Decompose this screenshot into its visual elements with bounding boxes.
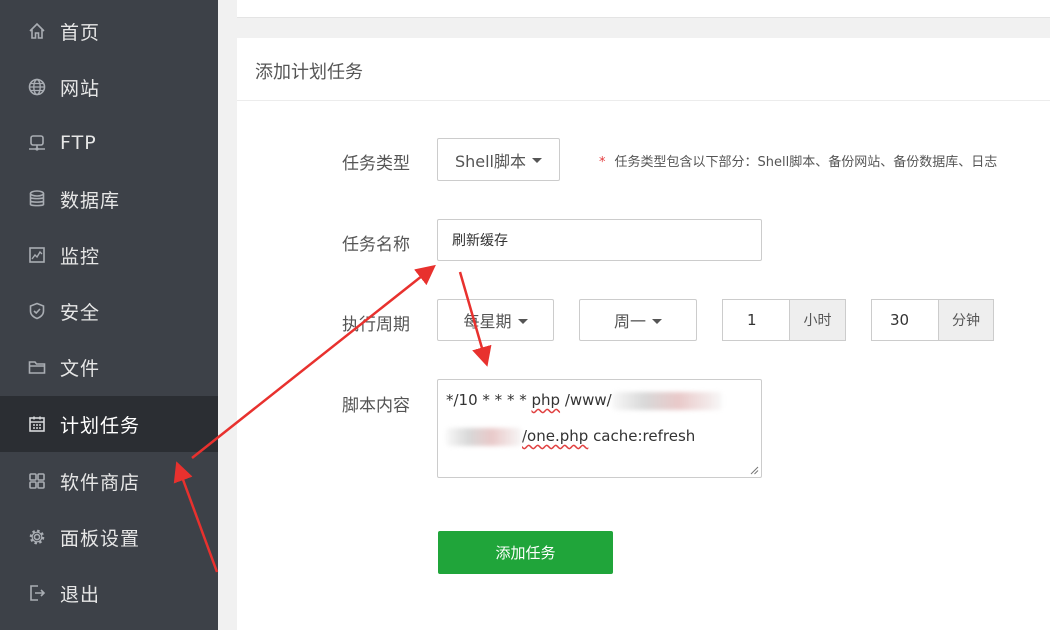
sidebar-item-logout[interactable]: 退出 bbox=[0, 565, 218, 621]
minute-unit: 分钟 bbox=[939, 299, 994, 341]
sidebar-item-database[interactable]: 数据库 bbox=[0, 171, 218, 227]
task-type-select[interactable]: Shell脚本 bbox=[437, 138, 560, 181]
folder-icon bbox=[27, 357, 47, 377]
sidebar-item-app-store[interactable]: 软件商店 bbox=[0, 453, 218, 509]
sidebar-item-label: 面板设置 bbox=[60, 527, 141, 550]
minute-input[interactable]: 30 bbox=[871, 299, 939, 341]
add-cron-panel: 添加计划任务 任务类型 Shell脚本 * 任务类型包含以下部分：Shell脚本、… bbox=[237, 38, 1050, 630]
sidebar-item-security[interactable]: 安全 bbox=[0, 283, 218, 339]
hour-input-group: 1 小时 bbox=[722, 299, 846, 341]
period-value: 每星期 bbox=[463, 312, 512, 331]
sidebar-item-label: 安全 bbox=[60, 301, 101, 324]
sidebar-item-cron[interactable]: 计划任务 bbox=[0, 396, 218, 452]
caret-down-icon bbox=[652, 318, 662, 324]
period-select[interactable]: 每星期 bbox=[437, 299, 554, 341]
calendar-icon bbox=[27, 414, 47, 434]
weekday-value: 周一 bbox=[613, 312, 646, 331]
sidebar-item-monitor[interactable]: 监控 bbox=[0, 227, 218, 283]
sidebar-item-label: 软件商店 bbox=[60, 471, 141, 494]
hour-value: 1 bbox=[747, 311, 757, 329]
sidebar-item-website[interactable]: 网站 bbox=[0, 59, 218, 115]
script-args: cache:refresh bbox=[588, 427, 696, 445]
sidebar-item-settings[interactable]: 面板设置 bbox=[0, 509, 218, 565]
script-command: php bbox=[531, 391, 561, 409]
monitor-chart-icon bbox=[27, 245, 47, 265]
task-type-label: 任务类型 bbox=[342, 154, 410, 174]
sidebar-item-ftp[interactable]: FTP bbox=[0, 115, 218, 171]
globe-icon bbox=[27, 77, 47, 97]
resize-handle-icon[interactable] bbox=[750, 466, 759, 475]
hour-unit: 小时 bbox=[790, 299, 846, 341]
sidebar-item-label: FTP bbox=[60, 132, 97, 154]
redacted-text bbox=[611, 391, 722, 410]
shield-icon bbox=[27, 301, 47, 321]
task-name-label: 任务名称 bbox=[342, 235, 410, 255]
caret-down-icon bbox=[532, 158, 543, 163]
gear-icon bbox=[27, 527, 47, 547]
sidebar-item-label: 文件 bbox=[60, 357, 101, 380]
app-grid-icon bbox=[27, 471, 47, 491]
add-task-button[interactable]: 添加任务 bbox=[438, 531, 613, 574]
sidebar-item-label: 网站 bbox=[60, 77, 101, 100]
script-path: /www/ bbox=[560, 391, 612, 409]
script-file: /one.php bbox=[522, 427, 589, 445]
hour-input[interactable]: 1 bbox=[722, 299, 790, 341]
caret-down-icon bbox=[517, 318, 528, 324]
sidebar: 首页 网站 FTP 数据库 监控 安全 文件 计划任务 软件商店 面板设置 退出 bbox=[0, 0, 218, 630]
task-type-value: Shell脚本 bbox=[454, 151, 527, 171]
redacted-text bbox=[446, 427, 522, 446]
script-line-1: */10 * * * * php /www/ bbox=[446, 390, 753, 410]
task-type-hint: * 任务类型包含以下部分：Shell脚本、备份网站、备份数据库、日志 bbox=[599, 151, 997, 170]
minute-input-group: 30 分钟 bbox=[871, 299, 994, 341]
sidebar-item-label: 计划任务 bbox=[60, 414, 141, 437]
sidebar-item-label: 监控 bbox=[60, 245, 101, 268]
task-type-hint-text: 任务类型包含以下部分：Shell脚本、备份网站、备份数据库、日志 bbox=[614, 155, 998, 170]
previous-panel bbox=[237, 0, 1050, 18]
sidebar-item-home[interactable]: 首页 bbox=[0, 3, 218, 59]
task-name-value: 刷新缓存 bbox=[452, 233, 508, 249]
weekday-select[interactable]: 周一 bbox=[579, 299, 697, 341]
minute-value: 30 bbox=[890, 311, 910, 329]
script-cron-expr: */10 * * * * bbox=[446, 391, 532, 409]
script-line-2: /one.php cache:refresh bbox=[446, 426, 753, 446]
sidebar-item-label: 退出 bbox=[60, 583, 101, 606]
sidebar-item-label: 首页 bbox=[60, 21, 101, 44]
ftp-server-icon bbox=[27, 133, 47, 153]
page-title: 添加计划任务 bbox=[255, 62, 363, 83]
schedule-label: 执行周期 bbox=[342, 315, 410, 335]
task-name-input[interactable]: 刷新缓存 bbox=[437, 219, 762, 261]
logout-icon bbox=[27, 583, 47, 603]
script-textarea[interactable]: */10 * * * * php /www/ /one.php cache:re… bbox=[437, 379, 762, 478]
panel-header: 添加计划任务 bbox=[237, 38, 1050, 101]
database-icon bbox=[27, 189, 47, 209]
script-label: 脚本内容 bbox=[342, 396, 410, 416]
sidebar-item-files[interactable]: 文件 bbox=[0, 339, 218, 395]
sidebar-item-label: 数据库 bbox=[60, 189, 121, 212]
required-star: * bbox=[599, 155, 606, 170]
home-icon bbox=[27, 21, 47, 41]
